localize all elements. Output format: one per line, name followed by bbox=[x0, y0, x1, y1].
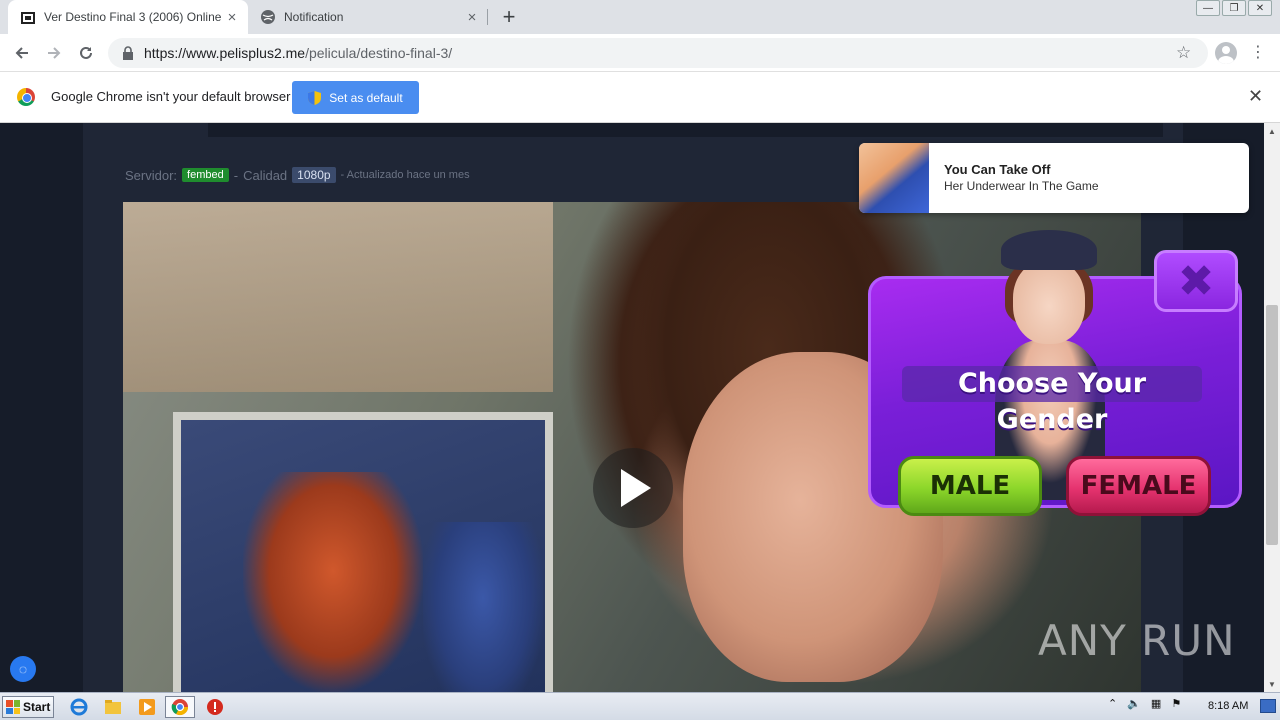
file-explorer-icon[interactable] bbox=[102, 697, 124, 717]
video-frame-detail bbox=[243, 472, 423, 692]
male-button[interactable]: MALE bbox=[898, 456, 1042, 516]
media-player-icon[interactable] bbox=[136, 697, 158, 717]
show-desktop-button[interactable] bbox=[1260, 699, 1276, 713]
shield-icon bbox=[308, 90, 322, 105]
system-tray: ⌃ 🔈 ▦ ⚑ bbox=[1108, 697, 1181, 710]
flag-icon[interactable]: ⚑ bbox=[1171, 697, 1181, 710]
network-icon[interactable]: ▦ bbox=[1151, 697, 1161, 710]
warning-app-icon[interactable] bbox=[204, 697, 226, 717]
start-button[interactable]: Start bbox=[2, 696, 54, 718]
female-button[interactable]: FEMALE bbox=[1066, 456, 1211, 516]
ad-close-button[interactable]: ✖ bbox=[1154, 250, 1238, 312]
chrome-taskbar-icon[interactable] bbox=[165, 696, 195, 718]
tray-expand-icon[interactable]: ⌃ bbox=[1108, 697, 1117, 710]
globe-icon bbox=[260, 9, 276, 25]
video-meta-row: Servidor: fembed - Calidad 1080p - Actua… bbox=[125, 167, 470, 183]
url-host: https://www.pelisplus2.me bbox=[144, 45, 306, 61]
scroll-thumb[interactable] bbox=[1266, 305, 1278, 545]
ad-popup: ✖ Choose Your Gender MALE FEMALE bbox=[866, 230, 1244, 518]
tab-title: Notification bbox=[284, 10, 344, 24]
minimize-button[interactable]: — bbox=[1196, 0, 1220, 16]
menu-dots-icon[interactable]: ⋮ bbox=[1250, 42, 1266, 62]
close-window-button[interactable]: ✕ bbox=[1248, 0, 1272, 16]
meta-separator: - bbox=[233, 167, 239, 183]
ad-notification-line2: Her Underwear In The Game bbox=[944, 179, 1099, 193]
tab-active[interactable]: Ver Destino Final 3 (2006) Online Lat × bbox=[8, 0, 248, 34]
ad-notification-line1: You Can Take Off bbox=[944, 162, 1051, 177]
tab-notification[interactable]: Notification × bbox=[248, 0, 488, 34]
quality-badge: 1080p bbox=[292, 167, 336, 183]
browser-toolbar: https://www.pelisplus2.me/pelicula/desti… bbox=[0, 34, 1280, 72]
lock-icon bbox=[123, 46, 133, 60]
infobar-message: Google Chrome isn't your default browser bbox=[51, 89, 291, 104]
clapperboard-icon bbox=[20, 9, 36, 25]
close-tab-icon[interactable]: × bbox=[224, 9, 240, 26]
tab-title: Ver Destino Final 3 (2006) Online Lat bbox=[44, 10, 224, 24]
windows-taskbar: Start ⌃ 🔈 ▦ ⚑ 8:18 AM bbox=[0, 692, 1280, 720]
video-frame-background bbox=[123, 202, 553, 392]
address-bar[interactable]: https://www.pelisplus2.me/pelicula/desti… bbox=[108, 38, 1208, 68]
bookmark-star-icon[interactable]: ☆ bbox=[1176, 43, 1191, 63]
play-icon bbox=[621, 469, 651, 507]
scroll-up-icon[interactable]: ▲ bbox=[1264, 123, 1280, 139]
internet-explorer-icon[interactable] bbox=[68, 697, 90, 717]
profile-avatar[interactable] bbox=[1215, 42, 1237, 64]
loading-spinner-icon: ◌ bbox=[10, 656, 36, 682]
chrome-logo-icon bbox=[17, 88, 35, 106]
page-scrollbar[interactable]: ▲ ▼ bbox=[1264, 123, 1280, 692]
updated-text: - Actualizado hace un mes bbox=[340, 169, 470, 181]
scroll-down-icon[interactable]: ▼ bbox=[1264, 676, 1280, 692]
default-browser-infobar: Google Chrome isn't your default browser… bbox=[0, 72, 1280, 123]
taskbar-clock[interactable]: 8:18 AM bbox=[1208, 700, 1248, 712]
close-tab-icon[interactable]: × bbox=[464, 9, 480, 26]
windows-logo-icon bbox=[6, 700, 20, 714]
reload-button[interactable] bbox=[74, 41, 98, 65]
url-path: /pelicula/destino-final-3/ bbox=[305, 45, 453, 61]
window-controls: — ❐ ✕ bbox=[1196, 0, 1272, 18]
set-default-button[interactable]: Set as default bbox=[292, 81, 419, 114]
back-button[interactable] bbox=[10, 41, 34, 65]
infobar-close-icon[interactable]: ✕ bbox=[1248, 86, 1263, 107]
start-label: Start bbox=[23, 700, 51, 714]
set-default-label: Set as default bbox=[329, 90, 403, 105]
speaker-icon[interactable]: 🔈 bbox=[1127, 697, 1141, 710]
new-tab-button[interactable]: + bbox=[497, 4, 521, 29]
tab-separator bbox=[487, 9, 488, 25]
quality-label: Calidad bbox=[243, 167, 288, 183]
restore-button[interactable]: ❐ bbox=[1222, 0, 1246, 16]
top-strip bbox=[208, 123, 1163, 137]
ad-headline: Choose Your Gender bbox=[902, 366, 1202, 435]
play-button[interactable] bbox=[593, 448, 673, 528]
video-frame-detail bbox=[423, 522, 543, 692]
tab-strip: Ver Destino Final 3 (2006) Online Lat × … bbox=[0, 0, 1280, 34]
ad-thumbnail bbox=[859, 143, 929, 213]
ad-notification[interactable]: You Can Take Off Her Underwear In The Ga… bbox=[859, 143, 1249, 213]
forward-button[interactable] bbox=[42, 41, 66, 65]
server-label: Servidor: bbox=[125, 167, 178, 183]
server-badge[interactable]: fembed bbox=[182, 168, 229, 182]
anyrun-watermark: ANY RUN bbox=[1038, 616, 1236, 665]
